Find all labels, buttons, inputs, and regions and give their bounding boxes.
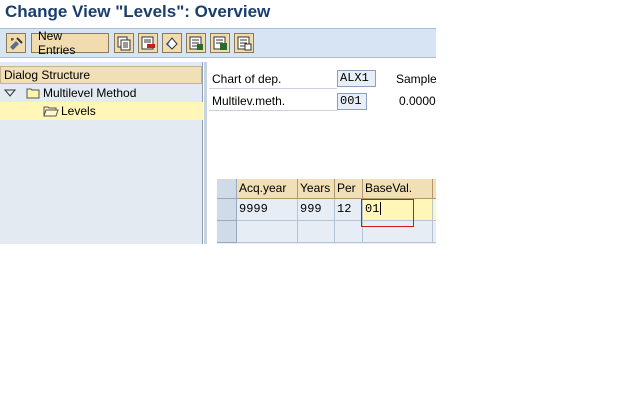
- years-cell[interactable]: 999: [298, 199, 335, 221]
- column-header-per[interactable]: Per: [335, 179, 363, 199]
- select-block-icon: [213, 36, 227, 50]
- chart-of-dep-description: Sample: [396, 72, 436, 86]
- column-header-more: [433, 179, 436, 199]
- tree-item-multilevel-method[interactable]: Multilevel Method: [4, 84, 202, 102]
- field-underline: [209, 110, 337, 111]
- next-column-cell[interactable]: [433, 221, 436, 243]
- row-selector[interactable]: [217, 221, 237, 243]
- delete-button[interactable]: [138, 33, 158, 53]
- next-column-cell[interactable]: [433, 199, 436, 221]
- new-entries-button[interactable]: New Entries: [31, 29, 109, 57]
- deselect-all-button[interactable]: [234, 33, 254, 53]
- tree-item-levels[interactable]: Levels: [0, 102, 203, 120]
- chart-of-dep-label: Chart of dep.: [212, 72, 282, 86]
- field-underline: [209, 88, 337, 89]
- multilevel-method-value: 001: [337, 93, 367, 110]
- column-header-years[interactable]: Years: [298, 179, 335, 199]
- display-change-button[interactable]: [6, 33, 26, 53]
- folder-icon: [26, 88, 40, 99]
- copy-icon: [117, 36, 131, 51]
- acq-year-cell[interactable]: 9999: [237, 199, 298, 221]
- new-entries-label: New Entries: [38, 29, 76, 57]
- tree-item-label: Levels: [61, 104, 96, 118]
- per-cell[interactable]: 12: [335, 199, 363, 221]
- undo-icon: [165, 37, 178, 50]
- select-block-button[interactable]: [210, 33, 230, 53]
- chart-of-dep-value: ALX1: [337, 70, 376, 87]
- multilevel-method-description: 0.0000: [399, 94, 436, 108]
- per-cell[interactable]: [335, 221, 363, 243]
- delete-icon: [141, 36, 155, 50]
- open-folder-icon: [43, 106, 59, 117]
- column-header-base-val[interactable]: BaseVal.: [363, 179, 433, 199]
- years-cell[interactable]: [298, 221, 335, 243]
- select-all-rows-button[interactable]: [217, 179, 237, 199]
- dialog-structure-header: Dialog Structure: [0, 66, 202, 84]
- page-title: Change View "Levels": Overview: [5, 2, 271, 21]
- expand-triangle-icon[interactable]: [4, 87, 16, 99]
- select-all-icon: [189, 36, 203, 50]
- acq-year-cell[interactable]: [237, 221, 298, 243]
- column-header-acq-year[interactable]: Acq.year: [237, 179, 298, 199]
- copy-button[interactable]: [114, 33, 134, 53]
- tree-item-label: Multilevel Method: [43, 86, 137, 100]
- select-all-button[interactable]: [186, 33, 206, 53]
- red-highlight-box: [361, 199, 414, 227]
- deselect-all-icon: [237, 36, 252, 51]
- row-selector[interactable]: [217, 199, 237, 221]
- undo-button[interactable]: [162, 33, 182, 53]
- dialog-structure-pane: Dialog Structure Multilevel Method Level…: [0, 62, 203, 244]
- display-change-icon: [10, 37, 23, 50]
- multilevel-method-label: Multilev.meth.: [212, 94, 286, 108]
- application-toolbar: New Entries: [0, 28, 436, 58]
